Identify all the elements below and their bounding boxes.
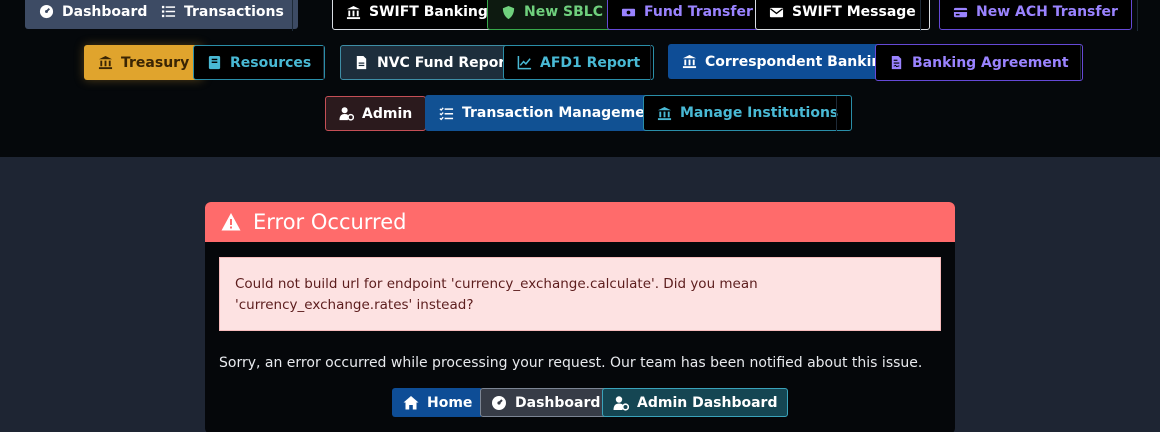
nav-new-ach-transfer-button[interactable]: New ACH Transfer <box>939 0 1132 30</box>
book-icon <box>208 55 221 70</box>
nav-divider <box>650 45 651 80</box>
error-detail-text: Could not build url for endpoint 'curren… <box>235 276 758 313</box>
home-button[interactable]: Home <box>392 388 484 417</box>
navbar: Dashboard Transactions SWIFT Banking New… <box>0 0 1160 157</box>
file-icon <box>356 55 367 70</box>
nav-admin-button[interactable]: Admin <box>325 96 427 131</box>
envelope-icon <box>769 7 784 17</box>
gauge-icon <box>39 4 54 19</box>
nav-manage-institutions-label: Manage Institutions <box>680 105 839 121</box>
warning-icon <box>221 213 241 231</box>
gauge-icon <box>492 395 506 410</box>
admin-dashboard-button-label: Admin Dashboard <box>637 394 778 411</box>
nav-dashboard-label: Dashboard <box>62 3 148 20</box>
nav-transactions-button[interactable]: Transactions <box>147 0 298 29</box>
nav-afd1-report-label: AFD1 Report <box>540 54 641 71</box>
home-icon <box>403 395 419 409</box>
nav-transaction-management-button[interactable]: Transaction Management <box>425 95 676 131</box>
bank-icon <box>657 106 672 120</box>
nav-divider <box>920 0 921 31</box>
card-icon <box>953 7 968 17</box>
error-message: Sorry, an error occurred while processin… <box>219 355 923 371</box>
tasks-icon <box>439 106 454 120</box>
nav-new-ach-transfer-label: New ACH Transfer <box>976 4 1118 20</box>
nav-fund-transfer-button[interactable]: Fund Transfer <box>607 0 767 30</box>
nav-new-sblc-button[interactable]: New SBLC <box>487 0 617 30</box>
nav-banking-agreement-button[interactable]: Banking Agreement <box>875 44 1083 81</box>
nav-admin-label: Admin <box>362 105 413 122</box>
bank-icon <box>98 55 113 70</box>
error-card: Error Occurred Could not build url for e… <box>205 202 955 432</box>
file-contract-icon <box>891 55 902 70</box>
nav-resources-label: Resources <box>230 54 312 71</box>
nav-manage-institutions-button[interactable]: Manage Institutions <box>643 95 853 131</box>
error-title: Error Occurred <box>253 210 407 234</box>
money-icon <box>621 8 636 16</box>
dashboard-button-label: Dashboard <box>515 394 601 411</box>
nav-banking-agreement-label: Banking Agreement <box>912 54 1069 71</box>
error-card-header: Error Occurred <box>205 202 955 242</box>
chart-line-icon <box>517 55 532 70</box>
shield-icon <box>502 5 515 19</box>
user-cog-icon <box>339 107 354 121</box>
nav-divider <box>1080 45 1081 80</box>
nav-fund-transfer-label: Fund Transfer <box>644 4 753 20</box>
bank-icon <box>346 5 361 19</box>
nav-swift-banking-label: SWIFT Banking <box>369 4 488 20</box>
nav-treasury-label: Treasury <box>121 54 190 71</box>
nav-correspondent-banking-button[interactable]: Correspondent Banking <box>668 44 906 79</box>
nav-nvc-fund-report-label: NVC Fund Report <box>377 54 512 71</box>
nav-divider <box>1137 0 1138 31</box>
nav-divider <box>836 96 837 131</box>
nav-swift-message-label: SWIFT Message <box>792 4 916 20</box>
nav-transaction-management-label: Transaction Management <box>462 105 662 121</box>
nav-swift-banking-button[interactable]: SWIFT Banking <box>332 0 502 30</box>
nav-swift-message-button[interactable]: SWIFT Message <box>755 0 930 30</box>
nav-correspondent-banking-label: Correspondent Banking <box>705 53 892 70</box>
bank-icon <box>682 54 697 69</box>
nav-transactions-label: Transactions <box>184 3 284 20</box>
nav-dashboard-button[interactable]: Dashboard <box>25 0 162 29</box>
nav-new-sblc-label: New SBLC <box>524 4 603 20</box>
nav-divider <box>292 0 293 31</box>
list-icon <box>161 5 176 18</box>
nav-resources-button[interactable]: Resources <box>193 45 326 80</box>
nav-nvc-fund-report-button[interactable]: NVC Fund Report <box>340 45 526 80</box>
user-cog-icon <box>613 395 629 411</box>
nav-treasury-button[interactable]: Treasury <box>84 45 204 80</box>
admin-dashboard-button[interactable]: Admin Dashboard <box>602 388 789 417</box>
dashboard-button[interactable]: Dashboard <box>480 388 612 417</box>
error-detail-alert: Could not build url for endpoint 'curren… <box>219 257 941 331</box>
nav-divider <box>323 45 324 80</box>
home-button-label: Home <box>427 394 473 411</box>
nav-afd1-report-button[interactable]: AFD1 Report <box>503 45 655 80</box>
